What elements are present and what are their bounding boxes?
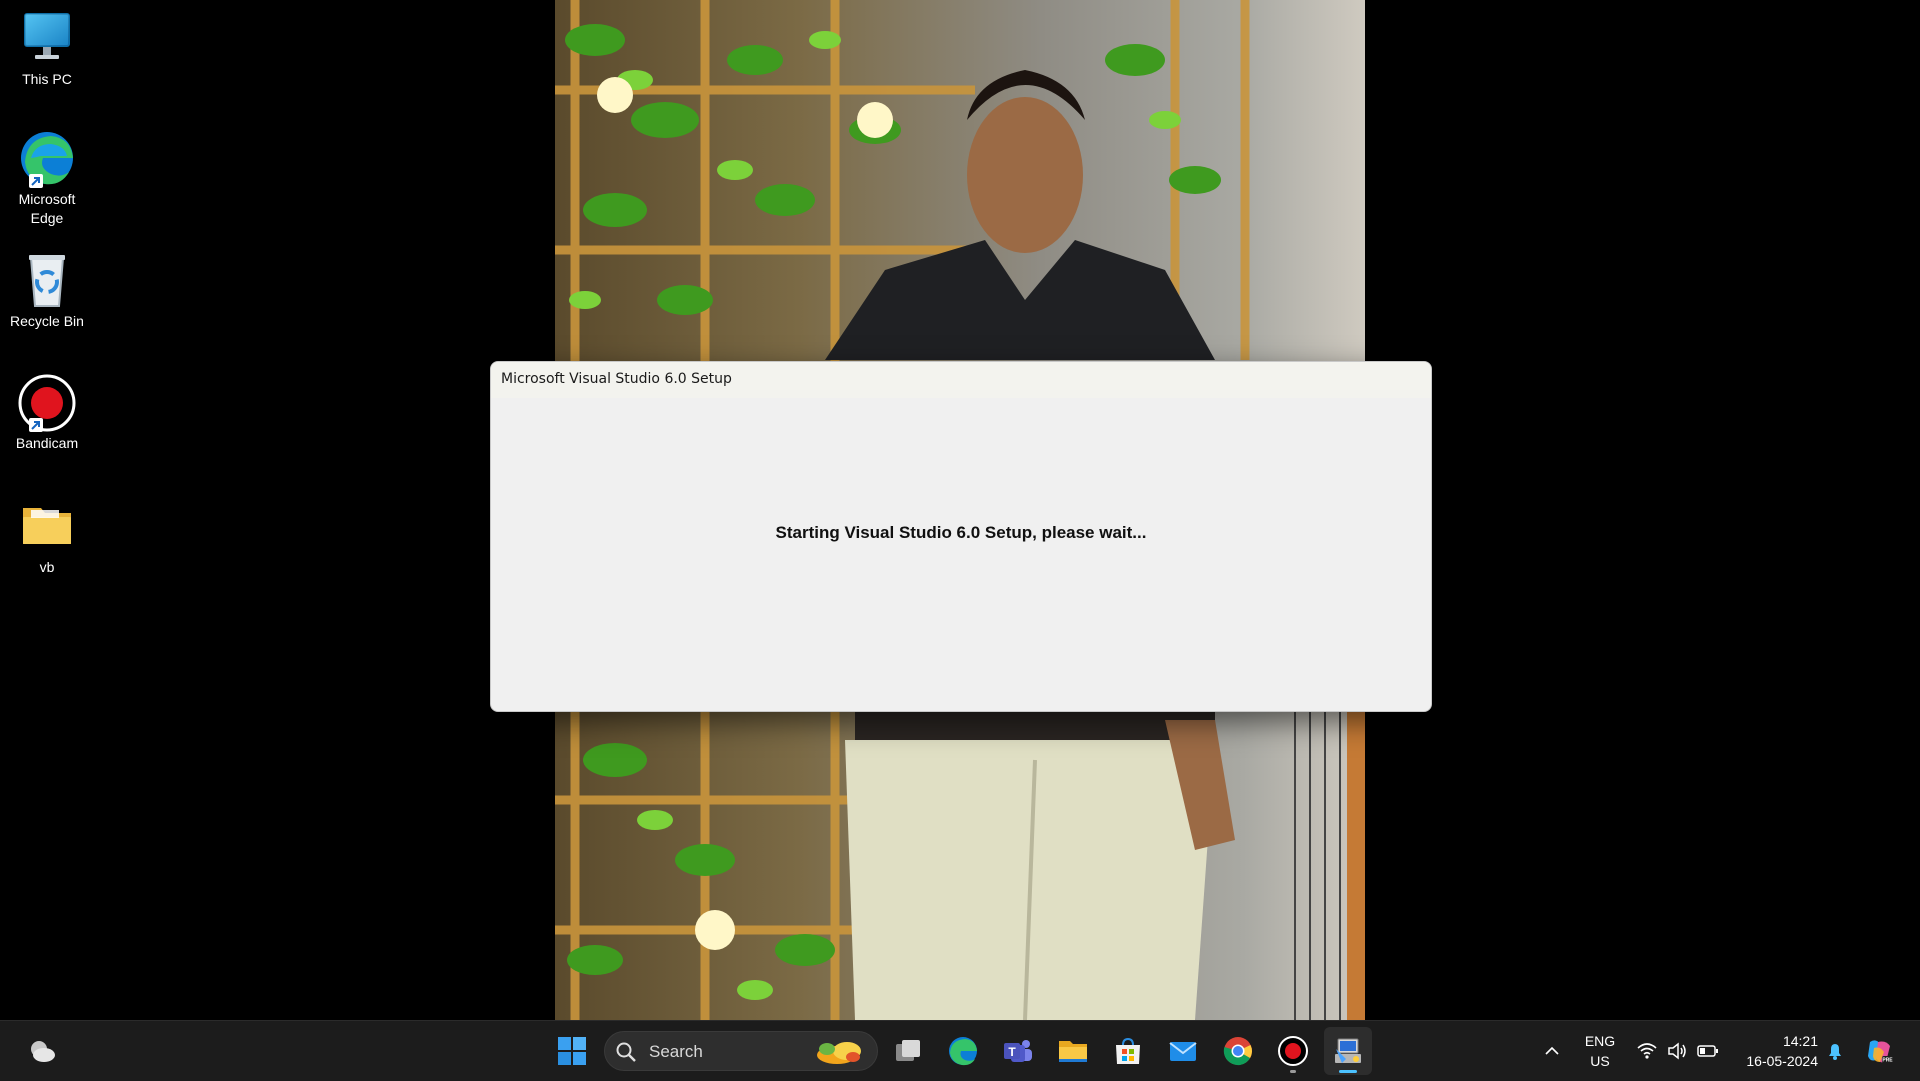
desktop-icon-label: Recycle Bin [10, 313, 84, 329]
running-indicator [1290, 1070, 1296, 1073]
teams-icon: T [1004, 1040, 1032, 1062]
taskbar: Search T ENG US 14:21 16-05-2024 PRE [0, 1020, 1920, 1081]
show-hidden-icons-chevron-up-icon[interactable] [1544, 1043, 1560, 1059]
taskbar-search-box[interactable]: Search [604, 1031, 878, 1071]
search-highlight-icon [817, 1042, 861, 1064]
desktop-icon-label: vb [39, 559, 55, 575]
clock-date: 16-05-2024 [1746, 1053, 1818, 1069]
taskbar-store-button[interactable] [1104, 1027, 1152, 1075]
shortcut-arrow-icon [29, 174, 43, 188]
weather-icon [31, 1041, 55, 1062]
wifi-icon[interactable] [1636, 1040, 1658, 1062]
svg-text:PRE: PRE [1882, 1058, 1893, 1064]
taskbar-clock[interactable]: 14:21 16-05-2024 [1730, 1031, 1818, 1071]
start-button[interactable] [548, 1027, 596, 1075]
edge-icon [949, 1037, 977, 1066]
setup-dialog[interactable]: Microsoft Visual Studio 6.0 Setup Starti… [490, 361, 1432, 712]
desktop-icon-label: Bandicam [15, 435, 79, 451]
monitor-icon [17, 8, 77, 68]
desktop-icon-microsoft-edge[interactable]: Microsoft Edge [4, 128, 90, 228]
shortcut-arrow-icon [29, 418, 43, 432]
dialog-titlebar[interactable]: Microsoft Visual Studio 6.0 Setup [491, 362, 1431, 398]
dialog-status-message: Starting Visual Studio 6.0 Setup, please… [775, 523, 1147, 542]
desktop: This PC Microsoft Edge Recycle Bin Bandi… [0, 0, 1920, 1020]
desktop-icon-this-pc[interactable]: This PC [4, 8, 90, 89]
task-view-button[interactable] [884, 1027, 932, 1075]
taskbar-bandicam-button[interactable] [1269, 1027, 1317, 1075]
taskbar-teams-button[interactable]: T [994, 1027, 1042, 1075]
taskbar-chrome-button[interactable] [1214, 1027, 1262, 1075]
volume-icon[interactable] [1666, 1040, 1688, 1062]
edge-icon [17, 128, 77, 188]
weather-widget-button[interactable] [18, 1027, 66, 1075]
taskbar-mail-button[interactable] [1159, 1027, 1207, 1075]
battery-icon[interactable] [1696, 1040, 1720, 1062]
desktop-icon-label: This PC [22, 71, 72, 87]
desktop-icon-recycle-bin[interactable]: Recycle Bin [4, 250, 90, 331]
notification-bell-icon[interactable] [1824, 1040, 1846, 1062]
folder-icon [17, 496, 77, 556]
bandicam-icon [1278, 1036, 1308, 1066]
bandicam-icon [17, 372, 77, 432]
desktop-icon-bandicam[interactable]: Bandicam [4, 372, 90, 453]
file-explorer-icon [1059, 1041, 1087, 1062]
chrome-icon [1223, 1037, 1252, 1066]
language-code: ENG [1584, 1033, 1616, 1049]
mail-icon [1169, 1042, 1197, 1061]
svg-text:T: T [1008, 1045, 1016, 1059]
language-region: US [1590, 1053, 1610, 1069]
search-label: Search [649, 1042, 703, 1061]
dialog-title: Microsoft Visual Studio 6.0 Setup [501, 371, 732, 387]
taskbar-visual-studio-setup-button[interactable] [1324, 1027, 1372, 1075]
windows-start-icon [558, 1037, 586, 1065]
taskbar-file-explorer-button[interactable] [1049, 1027, 1097, 1075]
search-icon [616, 1042, 636, 1062]
clock-time: 14:21 [1782, 1033, 1818, 1049]
recycle-bin-icon [17, 250, 77, 310]
copilot-icon[interactable]: PRE [1864, 1036, 1894, 1066]
language-indicator[interactable]: ENG US [1576, 1031, 1624, 1071]
desktop-icon-label: Microsoft Edge [18, 191, 76, 226]
microsoft-store-icon [1116, 1037, 1140, 1064]
taskbar-edge-button[interactable] [939, 1027, 987, 1075]
task-view-icon [896, 1040, 920, 1061]
desktop-icon-vb-folder[interactable]: vb [4, 496, 90, 577]
active-window-indicator [1339, 1070, 1357, 1073]
visual-studio-setup-icon [1335, 1038, 1361, 1063]
